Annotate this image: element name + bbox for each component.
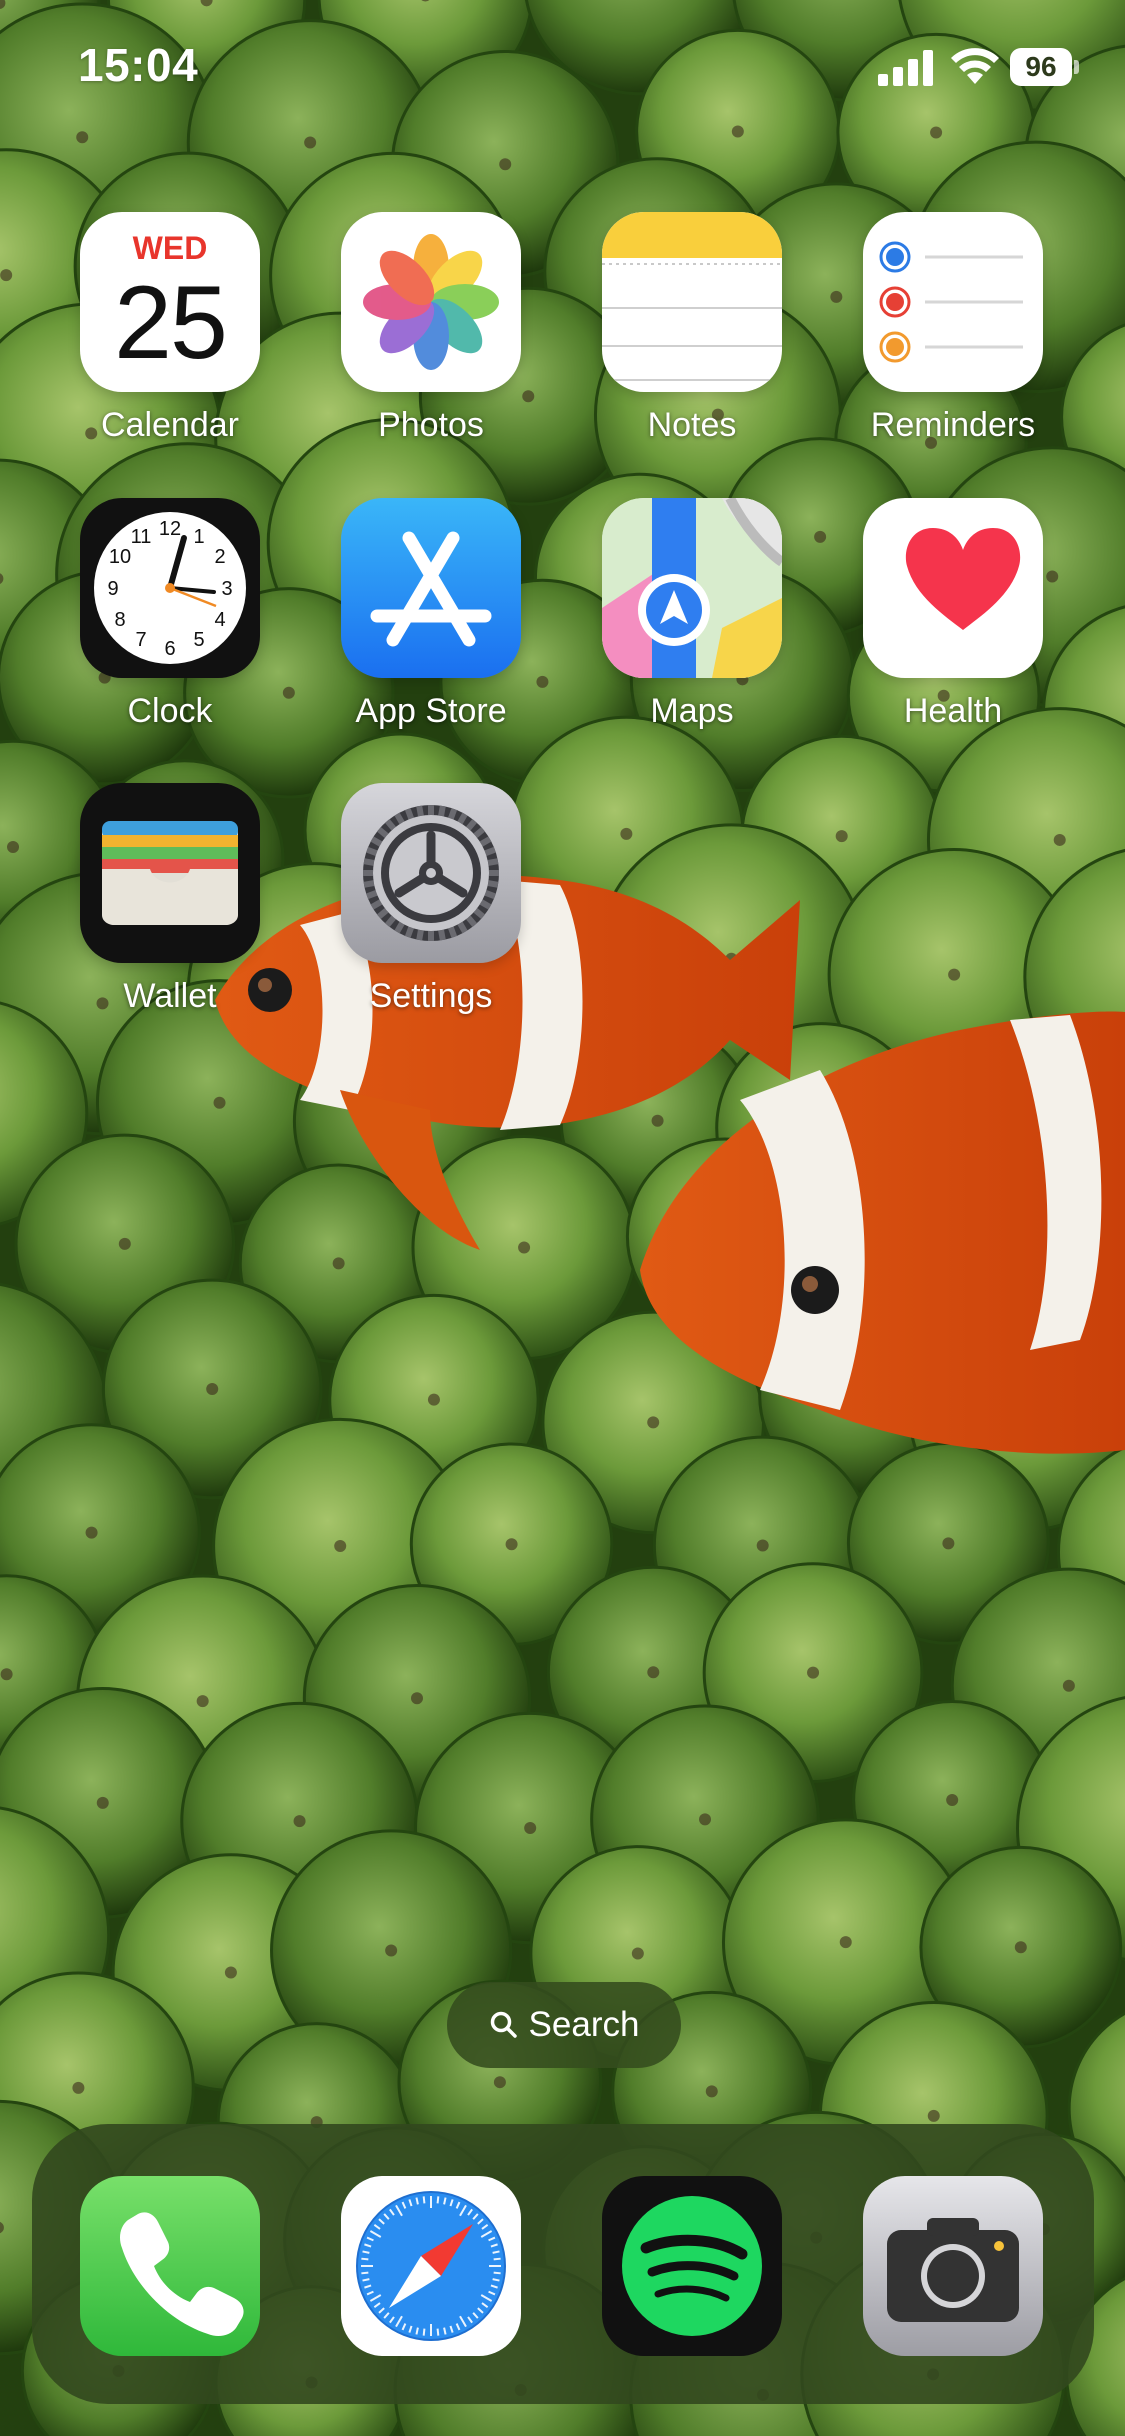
health-icon	[863, 498, 1043, 678]
app-calendar[interactable]: WED 25 Calendar	[60, 212, 280, 445]
wifi-icon	[951, 48, 999, 84]
app-label: Clock	[127, 692, 213, 730]
app-label: Reminders	[870, 406, 1036, 444]
calendar-weekday: WED	[132, 230, 208, 266]
app-reminders[interactable]: Reminders	[843, 212, 1063, 445]
notes-icon	[602, 212, 782, 392]
svg-text:8: 8	[114, 609, 125, 631]
app-label: Settings	[369, 977, 493, 1015]
signal-icon	[878, 50, 933, 86]
clock-icon: 12 1 2 345 678 9 10 11	[80, 498, 260, 678]
app-label: Health	[903, 692, 1003, 730]
app-clock[interactable]: 12 1 2 345 678 9 10 11 Clock	[60, 498, 280, 731]
calendar-date: 25	[114, 265, 228, 381]
maps-icon	[602, 498, 782, 678]
battery-icon: 96	[1010, 48, 1079, 86]
svg-text:11: 11	[131, 526, 152, 548]
app-label: Calendar	[101, 406, 239, 444]
app-store-icon	[341, 498, 521, 678]
safari-icon[interactable]	[341, 2176, 521, 2356]
app-settings[interactable]: Settings	[321, 783, 541, 1016]
wallet-icon	[80, 783, 260, 963]
search-button[interactable]: Search	[447, 1982, 681, 2068]
app-photos[interactable]: Photos	[321, 212, 541, 445]
app-notes[interactable]: Notes	[582, 212, 802, 445]
app-health[interactable]: Health	[843, 498, 1063, 731]
svg-text:5: 5	[193, 629, 204, 651]
search-icon	[490, 2011, 517, 2038]
camera-icon[interactable]	[863, 2176, 1043, 2356]
svg-text:4: 4	[214, 609, 225, 631]
app-label: Maps	[650, 692, 734, 730]
status-bar: 15:04 96	[0, 0, 1125, 140]
app-wallet[interactable]: Wallet	[60, 783, 280, 1016]
app-label: Photos	[378, 406, 484, 444]
svg-text:10: 10	[109, 546, 131, 568]
svg-text:6: 6	[164, 638, 175, 660]
phone-icon[interactable]	[80, 2176, 260, 2356]
svg-text:9: 9	[107, 578, 118, 600]
app-label: Notes	[647, 406, 737, 444]
calendar-icon: WED 25	[80, 212, 260, 392]
reminders-icon	[863, 212, 1043, 392]
battery-level: 96	[1010, 48, 1072, 86]
settings-icon	[341, 783, 521, 963]
svg-text:1: 1	[193, 526, 204, 548]
search-label: Search	[528, 2005, 640, 2044]
app-label: App Store	[355, 692, 507, 730]
spotify-icon[interactable]	[602, 2176, 782, 2356]
app-label: Wallet	[123, 977, 217, 1015]
svg-text:12: 12	[159, 518, 181, 540]
dock	[32, 2124, 1094, 2404]
svg-text:3: 3	[221, 578, 232, 600]
svg-text:7: 7	[135, 629, 146, 651]
status-time: 15:04	[78, 39, 199, 91]
app-maps[interactable]: Maps	[582, 498, 802, 731]
app-app-store[interactable]: App Store	[321, 498, 541, 731]
photos-icon	[341, 212, 521, 392]
svg-text:2: 2	[214, 546, 225, 568]
